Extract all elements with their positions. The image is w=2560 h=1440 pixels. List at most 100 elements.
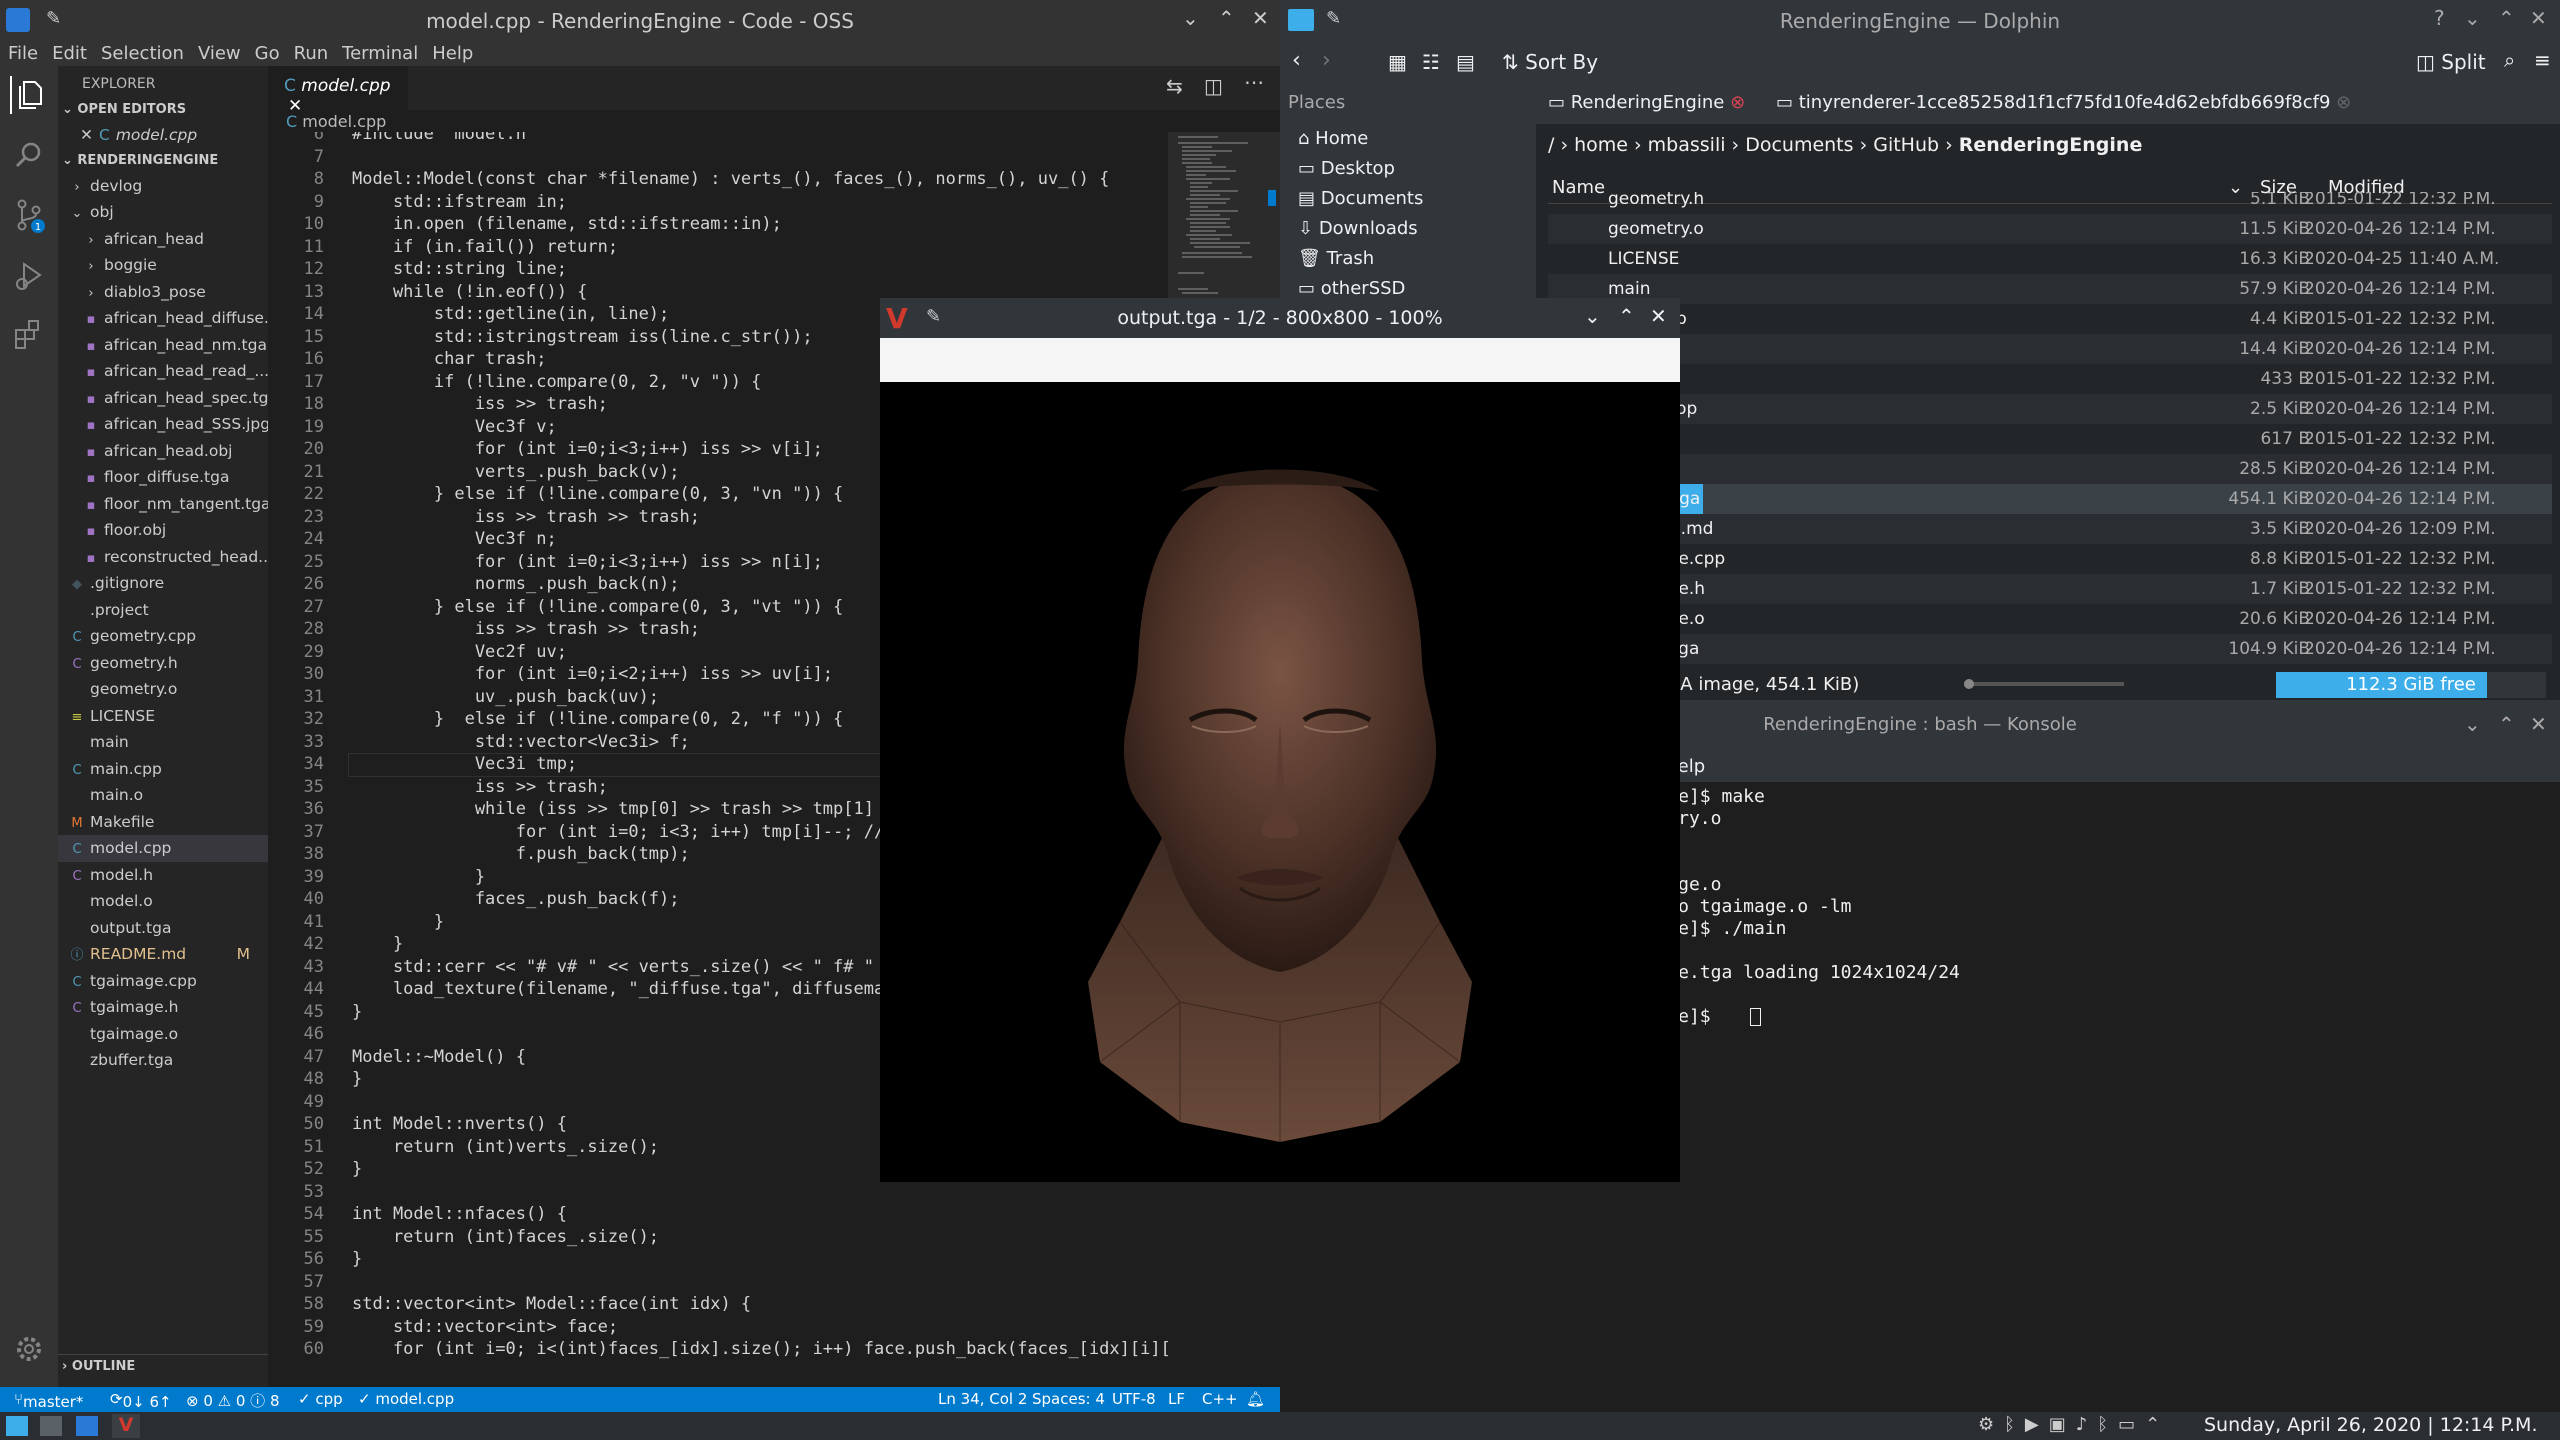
file-item[interactable]: ▪ african_head_spec.tga: [58, 385, 268, 412]
file-row[interactable]: Makefile433 B2015-01-22 12:32 P.M.: [1548, 364, 2552, 394]
code-line[interactable]: iss >> trash >> trash;: [352, 619, 700, 639]
compact-view-icon[interactable]: ☷: [1422, 50, 1440, 74]
file-item[interactable]: ▪ floor_diffuse.tga: [58, 464, 268, 491]
file-item[interactable]: Cmodel.h: [58, 862, 268, 889]
more-actions-icon[interactable]: ⋯: [1244, 70, 1264, 94]
code-line[interactable]: iss >> trash;: [352, 777, 608, 797]
code-line[interactable]: int Model::nfaces() {: [352, 1204, 567, 1224]
file-item[interactable]: M Makefile: [58, 809, 268, 836]
code-line[interactable]: if (!line.compare(0, 2, "v ")) {: [352, 372, 762, 392]
code-line[interactable]: Vec3f n;: [352, 529, 557, 549]
file-item[interactable]: ▪ floor_nm_tangent.tga: [58, 491, 268, 518]
code-line[interactable]: iss >> trash >> trash;: [352, 507, 700, 527]
indent-status[interactable]: Spaces: 4: [1032, 1390, 1105, 1408]
branch-status[interactable]: ⑂ master*: [14, 1390, 83, 1411]
minimize-icon[interactable]: ⌄: [1584, 304, 1601, 328]
code-line[interactable]: }: [352, 934, 403, 954]
close-tab-icon[interactable]: ⊗: [2336, 92, 2351, 113]
breadcrumb-item[interactable]: RenderingEngine: [1959, 134, 2143, 156]
encoding-status[interactable]: UTF-8: [1112, 1390, 1156, 1408]
file-item[interactable]: ▪ african_head_read_...: [58, 358, 268, 385]
code-line[interactable]: } else if (!line.compare(0, 3, "vn ")) {: [352, 484, 843, 504]
code-line[interactable]: std::cerr << "# v# " << verts_.size() <<…: [352, 957, 874, 977]
code-line[interactable]: iss >> trash;: [352, 394, 608, 414]
cpp-check-status[interactable]: ✓ cpp: [298, 1390, 343, 1408]
menu-go[interactable]: Go: [255, 43, 280, 64]
file-row[interactable]: model.o28.5 KiB2020-04-26 12:14 P.M.: [1548, 454, 2552, 484]
code-line[interactable]: std::string line;: [352, 259, 567, 279]
folder-item[interactable]: › boggie: [58, 252, 268, 279]
file-item[interactable]: ▪ african_head_nm.tga: [58, 332, 268, 359]
split-editor-icon[interactable]: ◫: [1204, 74, 1223, 98]
file-item[interactable]: model.o: [58, 888, 268, 915]
file-item[interactable]: geometry.o: [58, 676, 268, 703]
file-item[interactable]: ▪ african_head_diffuse....: [58, 305, 268, 332]
tab-renderingengine[interactable]: ▭ RenderingEngine ⊗: [1548, 92, 1745, 113]
code-line[interactable]: in.open (filename, std::ifstream::in);: [352, 214, 782, 234]
code-line[interactable]: Vec2f uv;: [352, 642, 567, 662]
code-line[interactable]: faces_.push_back(f);: [352, 889, 680, 909]
minimize-icon[interactable]: ⌄: [1182, 6, 1199, 30]
maximize-icon[interactable]: ⌃: [1218, 6, 1235, 30]
maximize-icon[interactable]: ⌃: [2498, 6, 2515, 30]
outline-section[interactable]: › OUTLINE: [58, 1354, 268, 1378]
code-line[interactable]: #include "model.h": [352, 132, 536, 144]
code-line[interactable]: std::vector<Vec3i> f;: [352, 732, 690, 752]
task-vscode-icon[interactable]: [76, 1416, 98, 1436]
file-row[interactable]: main 57.9 KiB 2020-04-26 12:14 P.M.: [1548, 274, 2552, 304]
forward-icon[interactable]: ›: [1322, 48, 1331, 73]
run-debug-icon[interactable]: [10, 256, 48, 294]
file-item[interactable]: ◆ .gitignore: [58, 570, 268, 597]
file-item[interactable]: ≡ LICENSE: [58, 703, 268, 730]
file-item[interactable]: ▪ african_head.obj: [58, 438, 268, 465]
datetime[interactable]: Sunday, April 26, 2020 | 12:14 P.M.: [2204, 1414, 2538, 1436]
file-item[interactable]: ▪ african_head_SSS.jpg: [58, 411, 268, 438]
file-row[interactable]: model.cpp2.5 KiB2020-04-26 12:14 P.M.: [1548, 394, 2552, 424]
project-section[interactable]: ⌄ RENDERINGENGINE: [58, 149, 268, 173]
compare-icon[interactable]: ⇆: [1166, 74, 1183, 98]
code-line[interactable]: norms_.push_back(n);: [352, 574, 680, 594]
search-icon[interactable]: [10, 136, 48, 174]
maximize-icon[interactable]: ⌃: [2498, 712, 2515, 736]
code-line[interactable]: for (int i=0;i<2;i++) iss >> uv[i];: [352, 664, 833, 684]
code-line[interactable]: } else if (!line.compare(0, 2, "f ")) {: [352, 709, 843, 729]
file-item[interactable]: Cmodel.cpp: [58, 835, 268, 862]
code-line[interactable]: for (int i=0; i<3; i++) tmp[i]--; //: [352, 822, 884, 842]
extensions-icon[interactable]: [10, 316, 48, 354]
source-control-icon[interactable]: 1: [10, 196, 48, 234]
folder-item[interactable]: › african_head: [58, 226, 268, 253]
cursor-position[interactable]: Ln 34, Col 2: [938, 1390, 1027, 1408]
folder-item[interactable]: ⌄ obj: [58, 199, 268, 226]
task-konsole-icon[interactable]: [40, 1416, 62, 1436]
file-item[interactable]: tgaimage.o: [58, 1021, 268, 1048]
code-line[interactable]: int Model::nverts() {: [352, 1114, 567, 1134]
code-line[interactable]: for (int i=0;i<3;i++) iss >> v[i];: [352, 439, 823, 459]
code-line[interactable]: std::ifstream in;: [352, 192, 567, 212]
system-tray-icons[interactable]: ⚙ᛒ▶▣♪ᛒ▭⌃: [1978, 1414, 2170, 1435]
close-tab-icon[interactable]: ⊗: [1730, 92, 1745, 113]
notifications-bell-icon[interactable]: 🔔︎: [1246, 1390, 1265, 1408]
menu-edit[interactable]: Edit: [52, 43, 87, 64]
app-launcher-icon[interactable]: [6, 1416, 28, 1436]
file-row[interactable]: model.h617 B2015-01-22 12:32 P.M.: [1548, 424, 2552, 454]
tab-tinyrenderer[interactable]: ▭ tinyrenderer-1cce85258d1f1cf75fd10fe4d…: [1776, 92, 2351, 113]
menu-file[interactable]: File: [8, 43, 38, 64]
file-item[interactable]: ⓘ README.md M: [58, 941, 268, 968]
file-item[interactable]: Cmain.cpp: [58, 756, 268, 783]
code-line[interactable]: std::vector<int> face;: [352, 1317, 618, 1337]
file-item[interactable]: main: [58, 729, 268, 756]
breadcrumb-item[interactable]: mbassili: [1648, 134, 1726, 156]
menu-icon[interactable]: ≡: [2534, 48, 2551, 72]
code-line[interactable]: char trash;: [352, 349, 547, 369]
code-line[interactable]: }: [352, 1069, 362, 1089]
close-icon[interactable]: ✕: [1650, 304, 1667, 328]
location-breadcrumb[interactable]: / › home › mbassili › Documents › GitHub…: [1548, 134, 2142, 156]
code-line[interactable]: if (in.fail()) return;: [352, 237, 618, 257]
file-row[interactable]: tgaimage.cpp8.8 KiB2015-01-22 12:32 P.M.: [1548, 544, 2552, 574]
eol-status[interactable]: LF: [1168, 1390, 1185, 1408]
breadcrumb-item[interactable]: GitHub: [1873, 134, 1939, 156]
place-trash[interactable]: 🗑︎ Trash: [1298, 244, 1374, 274]
code-line[interactable]: Vec3f v;: [352, 417, 557, 437]
file-row[interactable]: zbuffer.tga104.9 KiB2020-04-26 12:14 P.M…: [1548, 634, 2552, 664]
place-desktop[interactable]: ▭ Desktop: [1298, 154, 1395, 184]
